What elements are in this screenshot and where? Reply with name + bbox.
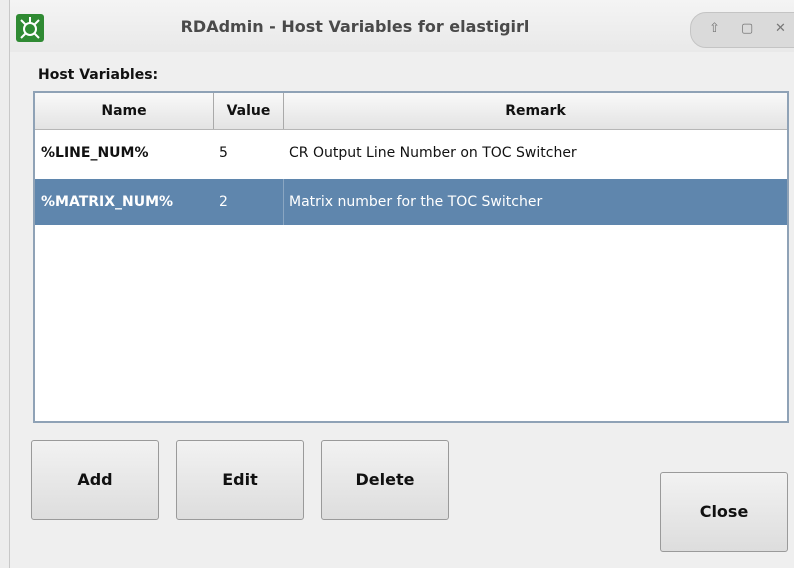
table-row[interactable]: %LINE_NUM% 5 CR Output Line Number on TO… [35, 130, 787, 176]
close-button[interactable]: Close [660, 472, 788, 552]
cell-value: 2 [219, 194, 228, 210]
host-variables-table[interactable]: Name Value Remark %LINE_NUM% 5 CR Output… [33, 91, 789, 423]
window-controls: ⇧ ▢ ✕ [690, 12, 794, 48]
delete-button[interactable]: Delete [321, 440, 449, 520]
cell-remark: CR Output Line Number on TOC Switcher [289, 145, 577, 161]
close-window-icon[interactable]: ✕ [775, 21, 786, 37]
column-header-value[interactable]: Value [214, 93, 284, 129]
edit-button[interactable]: Edit [176, 440, 304, 520]
cell-value: 5 [219, 145, 228, 161]
maximize-icon[interactable]: ▢ [741, 21, 753, 37]
host-variables-label: Host Variables: [38, 67, 159, 83]
column-header-remark[interactable]: Remark [284, 93, 787, 129]
add-button[interactable]: Add [31, 440, 159, 520]
table-row-selected[interactable]: %MATRIX_NUM% 2 Matrix number for the TOC… [35, 179, 787, 225]
table-header: Name Value Remark [35, 93, 787, 130]
cell-remark: Matrix number for the TOC Switcher [289, 194, 543, 210]
column-divider [283, 179, 284, 225]
column-header-name[interactable]: Name [35, 93, 214, 129]
title-bar[interactable]: RDAdmin - Host Variables for elastigirl … [10, 0, 794, 52]
window-title: RDAdmin - Host Variables for elastigirl [180, 17, 530, 36]
dialog-window: RDAdmin - Host Variables for elastigirl … [9, 0, 794, 568]
cell-name: %MATRIX_NUM% [41, 194, 174, 210]
shade-up-icon[interactable]: ⇧ [709, 21, 720, 37]
cell-name: %LINE_NUM% [41, 145, 149, 161]
